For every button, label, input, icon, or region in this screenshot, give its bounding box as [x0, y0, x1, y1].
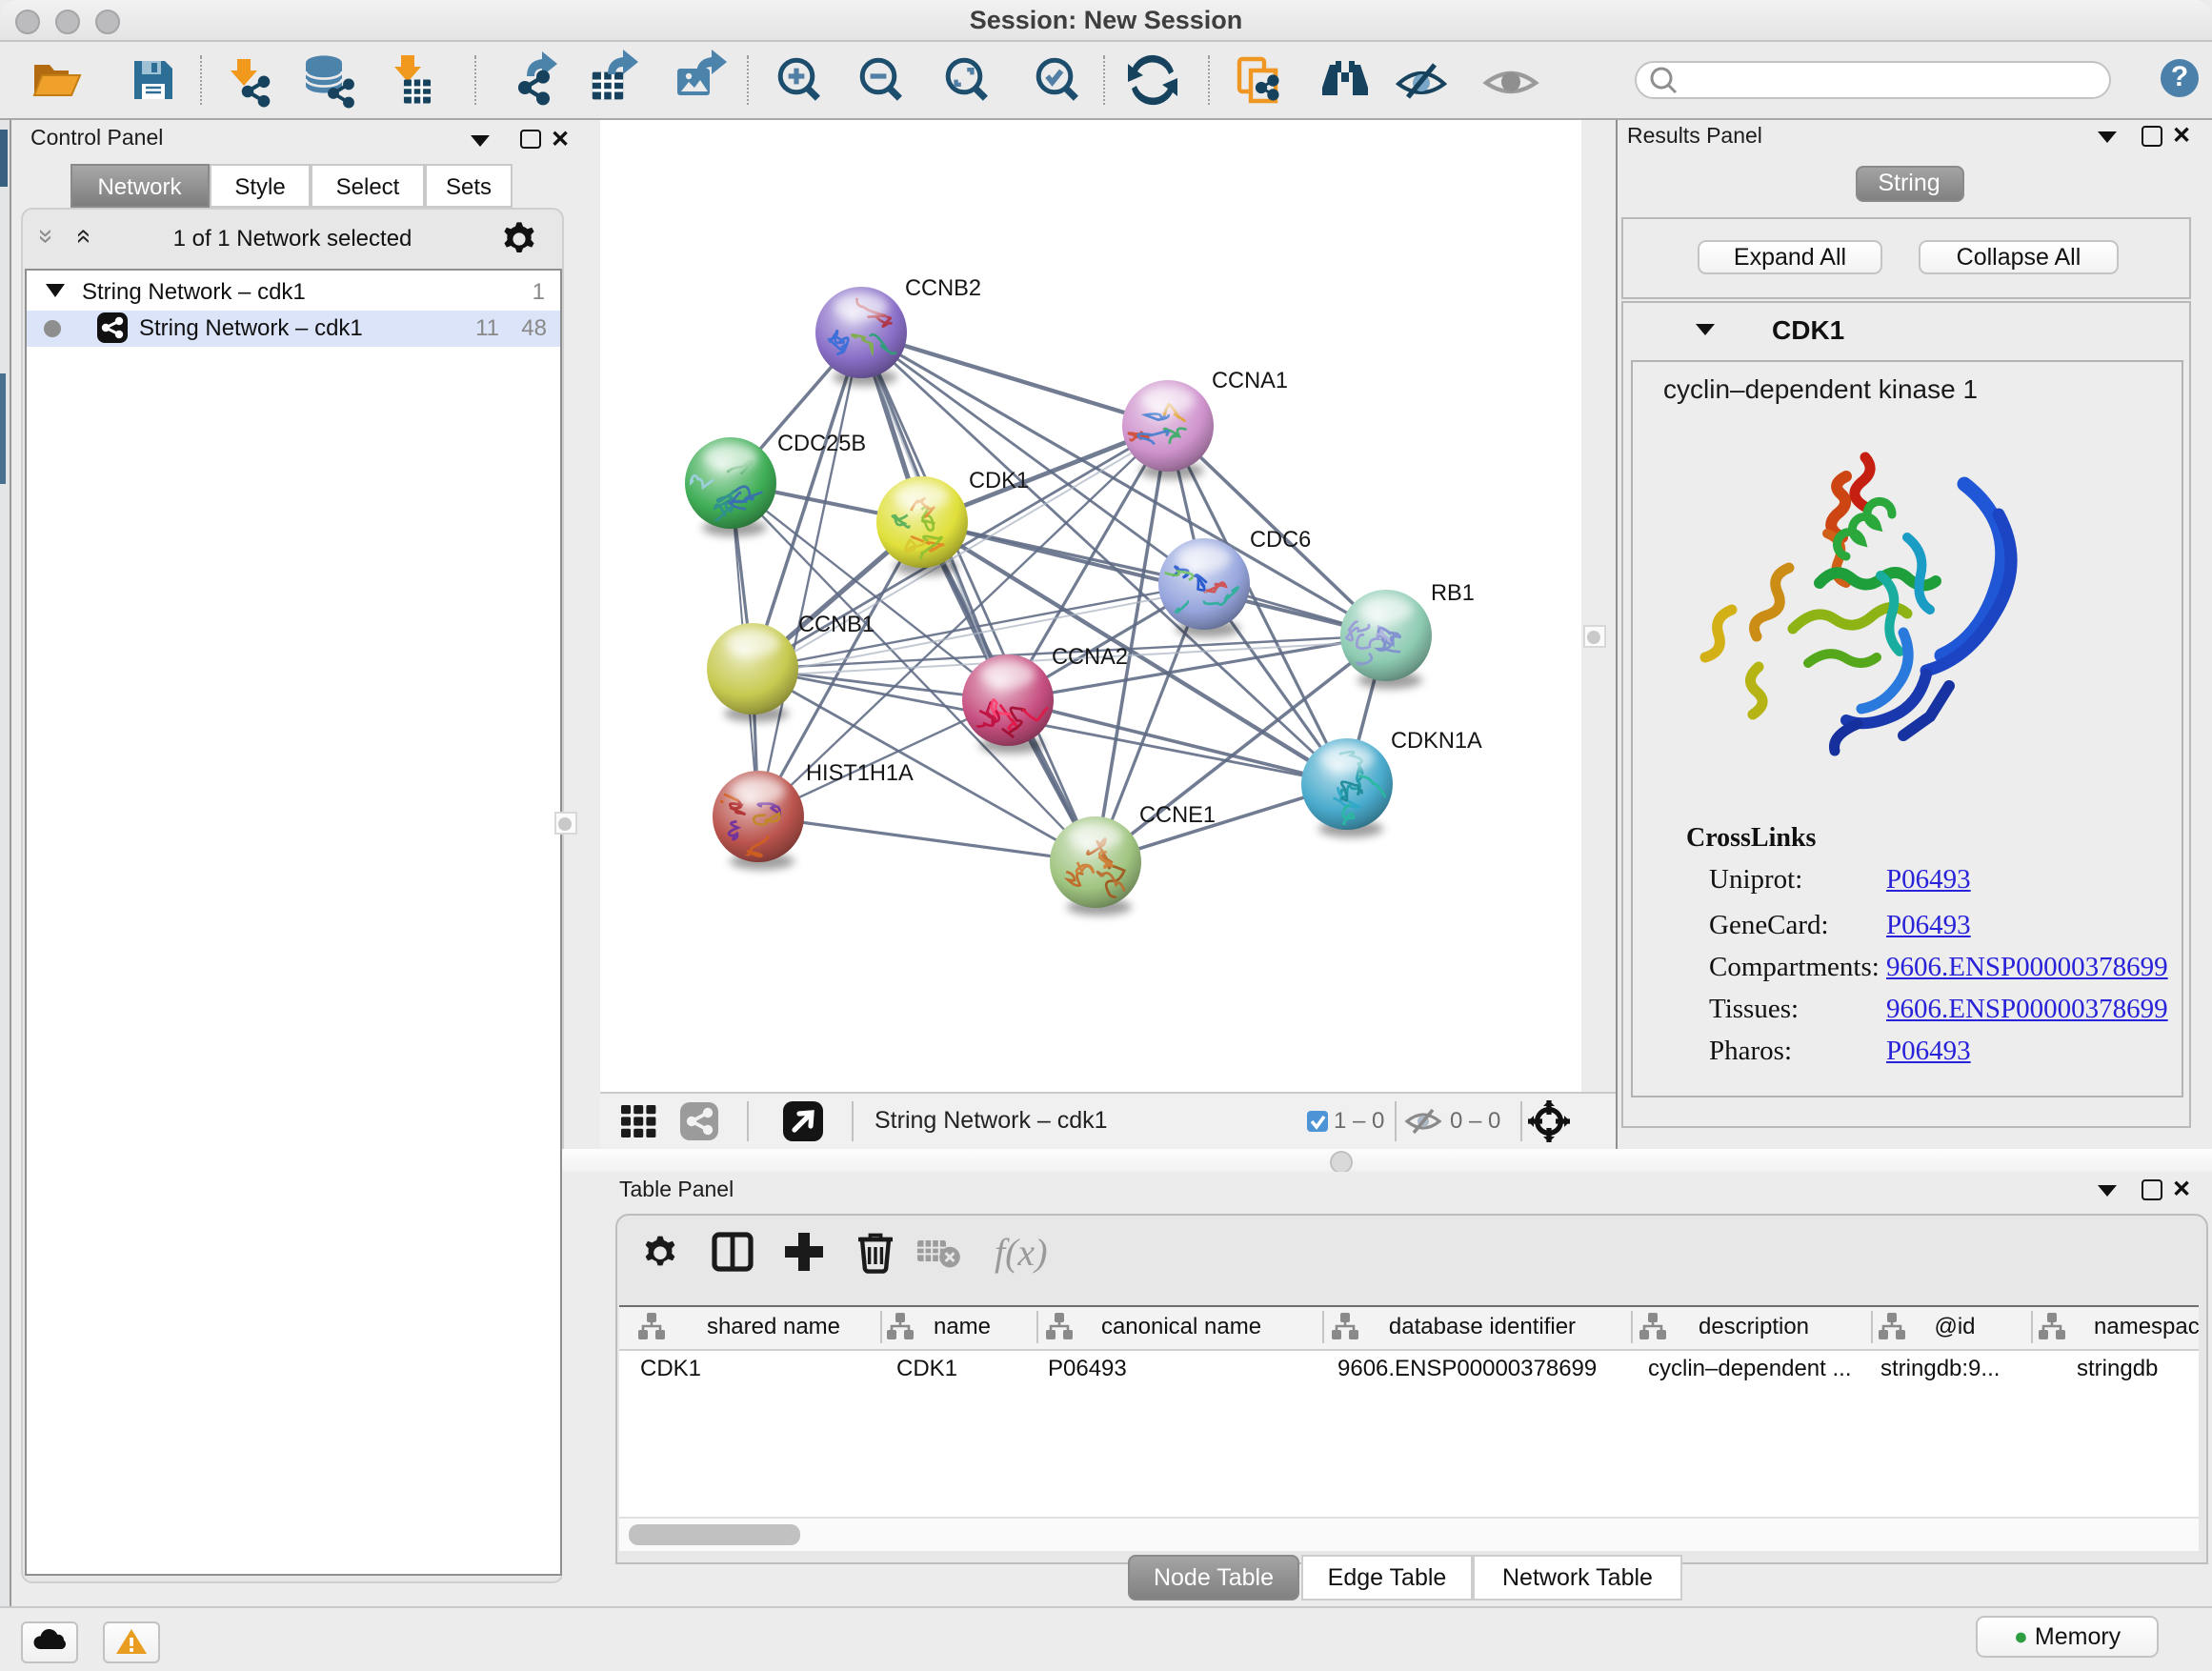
svg-text:RB1: RB1 [1431, 580, 1475, 605]
svg-text:CCNA1: CCNA1 [1212, 368, 1288, 393]
svg-text:CDC6: CDC6 [1250, 527, 1311, 552]
svg-text:CCNA2: CCNA2 [1052, 644, 1128, 669]
svg-text:CDK1: CDK1 [969, 468, 1029, 493]
svg-text:CDKN1A: CDKN1A [1391, 728, 1482, 753]
svg-text:CCNE1: CCNE1 [1139, 802, 1216, 827]
svg-text:HIST1H1A: HIST1H1A [806, 760, 914, 785]
svg-text:f(x): f(x) [994, 1231, 1047, 1274]
svg-text:CDC25B: CDC25B [777, 431, 866, 455]
svg-text:CCNB1: CCNB1 [798, 612, 875, 636]
svg-text:CCNB2: CCNB2 [905, 275, 981, 300]
